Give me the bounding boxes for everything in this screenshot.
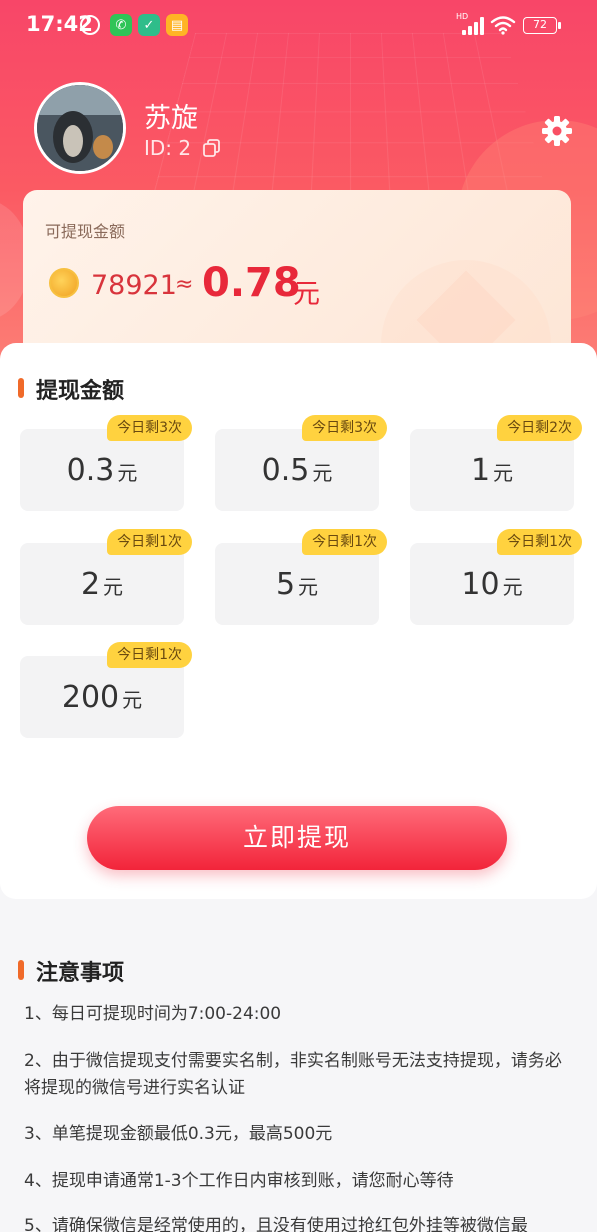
notice-item: 4、提现申请通常1-3个工作日内审核到账，请您耐心等待: [24, 1171, 454, 1191]
alarm-icon: [80, 15, 100, 35]
avatar-image: [37, 85, 123, 171]
gear-icon[interactable]: [540, 114, 574, 148]
battery-indicator: 72: [523, 17, 561, 34]
notice-item: 5、请确保微信是经常使用的，且没有使用过抢红包外挂等被微信最: [24, 1216, 528, 1232]
option-amount: 200 元: [61, 680, 143, 715]
coin-amount: 78921: [91, 270, 177, 301]
option-amount: 0.5 元: [261, 453, 333, 488]
signal-icon: HD: [456, 12, 486, 35]
withdraw-option-0.5[interactable]: 今日剩3次 0.5 元: [215, 415, 387, 511]
withdraw-option-10[interactable]: 今日剩1次 10 元: [410, 529, 582, 625]
withdraw-option-2[interactable]: 今日剩1次 2元: [20, 529, 192, 625]
balance-label: 可提现金额: [45, 222, 126, 241]
section-marker: [18, 378, 24, 398]
withdraw-option-1[interactable]: 今日剩2次 1元: [410, 415, 582, 511]
remaining-badge: 今日剩1次: [302, 529, 387, 555]
cash-unit: 元: [293, 279, 320, 310]
withdraw-section-title: 提现金额: [36, 379, 125, 404]
option-amount: 0.3 元: [66, 453, 138, 488]
option-amount: 2元: [80, 567, 124, 602]
withdraw-option-5[interactable]: 今日剩1次 5元: [215, 529, 387, 625]
notice-item: 2、由于微信提现支付需要实名制，非实名制账号无法支持提现，请务必将提现的微信号进…: [24, 1051, 562, 1098]
user-id: ID: 2: [144, 136, 192, 160]
copy-icon[interactable]: [202, 138, 222, 158]
user-name: 苏旋: [144, 103, 198, 134]
notice-item: 1、每日可提现时间为7:00-24:00: [24, 1004, 282, 1024]
shield-icon: ✓: [138, 14, 160, 36]
notice-item: 3、单笔提现金额最低0.3元，最高500元: [24, 1124, 333, 1144]
remaining-badge: 今日剩1次: [107, 642, 192, 668]
withdraw-now-button[interactable]: 立即提现: [87, 806, 507, 870]
cash-amount: 0.78: [202, 260, 301, 306]
wifi-icon: [490, 16, 516, 35]
withdraw-option-0.3[interactable]: 今日剩3次 0.3 元: [20, 415, 192, 511]
approx-symbol: ≈: [175, 272, 194, 297]
section-marker: [18, 960, 24, 980]
option-amount: 10 元: [461, 567, 523, 602]
remaining-badge: 今日剩3次: [107, 415, 192, 441]
remaining-badge: 今日剩1次: [497, 529, 582, 555]
status-bar: 17:42 ✆ ✓ ▤ HD 72: [0, 0, 597, 52]
phone-icon: ✆: [110, 14, 132, 36]
withdraw-option-200[interactable]: 今日剩1次 200 元: [20, 642, 192, 738]
notice-section-title: 注意事项: [36, 961, 125, 986]
option-amount: 1元: [470, 453, 514, 488]
network-type-label: HD: [456, 12, 469, 21]
avatar[interactable]: [34, 82, 126, 174]
coin-icon: [49, 268, 79, 298]
remaining-badge: 今日剩2次: [497, 415, 582, 441]
note-icon: ▤: [166, 14, 188, 36]
remaining-badge: 今日剩1次: [107, 529, 192, 555]
option-amount: 5元: [275, 567, 319, 602]
remaining-badge: 今日剩3次: [302, 415, 387, 441]
